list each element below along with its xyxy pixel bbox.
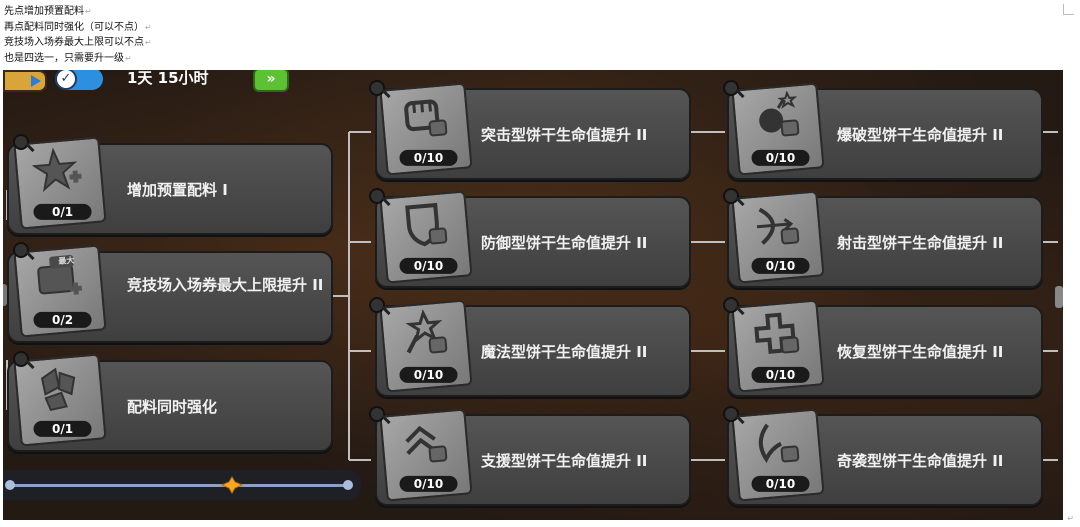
upgrade-icon-frame: 0/10 — [731, 408, 825, 502]
card-label: 支援型饼干生命值提升 II — [481, 452, 648, 470]
upgrade-icon-frame: 0/10 — [731, 82, 825, 176]
note-line-3: 竞技场入场券最大上限可以不点↵ — [4, 37, 152, 48]
upgrade-icon-frame: 0/10 — [379, 82, 473, 176]
level-count: 0/10 — [399, 257, 458, 274]
level-count: 0/10 — [399, 475, 458, 492]
bomb-icon — [759, 90, 800, 137]
page-corner-mark — [1063, 4, 1074, 15]
level-count: 0/10 — [751, 366, 810, 383]
shield-icon — [405, 202, 448, 247]
page-end-mark: ↵ — [1067, 514, 1074, 523]
note-line-1: 先点增加预置配料↵ — [4, 6, 92, 17]
side-scroll-handle-left[interactable] — [3, 284, 7, 306]
card-label: 配料同时强化 — [127, 398, 218, 416]
pin-icon — [723, 80, 739, 96]
bow-icon — [756, 207, 800, 245]
document-notes: 先点增加预置配料↵ 再点配料同时强化（可以不点）↵ 竞技场入场券最大上限可以不点… — [4, 4, 152, 66]
pin-icon — [369, 297, 385, 313]
card-label: 魔法型饼干生命值提升 II — [481, 343, 648, 361]
slider-end-dot — [343, 480, 353, 490]
upgrade-icon-frame: 0/10 — [379, 190, 473, 284]
card-label: 奇袭型饼干生命值提升 II — [837, 452, 1004, 470]
pin-icon — [369, 406, 385, 422]
card-label: 恢复型饼干生命值提升 II — [837, 343, 1004, 361]
card-label: 竞技场入场券最大上限提升 II — [127, 276, 324, 294]
wand-icon — [405, 309, 448, 354]
pin-icon — [723, 297, 739, 313]
pin-icon — [13, 242, 29, 258]
upgrade-icon-frame: 0/1 — [13, 353, 107, 447]
cross-icon — [754, 312, 800, 354]
fist-icon — [404, 99, 448, 137]
pin-icon — [13, 351, 29, 367]
slider-knob-icon[interactable] — [221, 476, 243, 494]
level-count: 0/10 — [751, 149, 810, 166]
card-label: 射击型饼干生命值提升 II — [837, 234, 1004, 252]
claw-icon — [758, 423, 800, 464]
scroll-slider[interactable] — [3, 470, 361, 500]
side-scroll-handle[interactable] — [1055, 286, 1063, 308]
level-count: 0/10 — [399, 366, 458, 383]
pin-icon — [723, 188, 739, 204]
card-label: 爆破型饼干生命值提升 II — [837, 126, 1004, 144]
note-line-2: 再点配料同时强化（可以不点）↵ — [4, 21, 152, 33]
level-count: 0/10 — [751, 475, 810, 492]
pin-icon — [369, 188, 385, 204]
pin-icon — [369, 80, 385, 96]
card-label: 增加预置配料 I — [127, 181, 228, 199]
max-badge: 最大 — [58, 255, 75, 267]
level-count: 0/1 — [33, 420, 92, 437]
game-screenshot: ✓ 1天 15小时 » 增加预置配料 I 0/1 竞技场入场券最大上限提升 II — [3, 70, 1063, 520]
upgrade-icon-frame: 0/1 — [13, 136, 107, 230]
card-label: 突击型饼干生命值提升 II — [481, 126, 648, 144]
level-count: 0/2 — [33, 311, 92, 328]
level-count: 0/10 — [399, 149, 458, 166]
pin-icon — [13, 134, 29, 150]
note-line-4: 也是四选一，只需要升一级↵ — [4, 52, 132, 64]
level-count: 0/10 — [751, 257, 810, 274]
slider-start-dot — [5, 480, 15, 490]
upgrade-icon-frame: 0/10 — [731, 190, 825, 284]
upgrade-icon-frame: 0/10 — [731, 299, 825, 393]
card-label: 防御型饼干生命值提升 II — [481, 234, 648, 252]
slider-track — [11, 484, 351, 487]
star-plus-icon — [31, 147, 82, 193]
chevrons-icon — [405, 425, 448, 463]
upgrade-icon-frame: 0/10 — [379, 408, 473, 502]
pin-icon — [723, 406, 739, 422]
level-count: 0/1 — [33, 203, 92, 220]
upgrade-icon-frame: 最大 0/2 — [13, 244, 107, 338]
shards-icon — [40, 367, 76, 411]
upgrade-icon-frame: 0/10 — [379, 299, 473, 393]
